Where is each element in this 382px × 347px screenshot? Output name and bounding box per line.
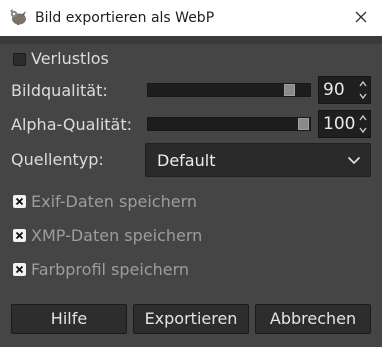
- save-xmp-checkbox[interactable]: [13, 229, 26, 242]
- export-webp-dialog: Bild exportieren als WebP Verlustlos Bil…: [0, 0, 382, 347]
- save-exif-label: Exif-Daten speichern: [31, 192, 198, 211]
- image-quality-slider-handle[interactable]: [284, 84, 295, 96]
- window-title: Bild exportieren als WebP: [35, 10, 215, 26]
- save-exif-checkbox[interactable]: [13, 195, 26, 208]
- checkmark-icon: [15, 231, 24, 240]
- spin-up-icon[interactable]: [358, 113, 368, 123]
- chevron-down-icon: [347, 156, 361, 165]
- source-type-dropdown[interactable]: Default: [145, 143, 371, 177]
- gimp-icon: [10, 9, 26, 25]
- titlebar-separator: [0, 36, 382, 44]
- lossless-checkbox[interactable]: [13, 53, 26, 66]
- alpha-quality-value[interactable]: 100: [323, 114, 355, 134]
- alpha-quality-slider[interactable]: [147, 117, 311, 131]
- close-icon[interactable]: [348, 6, 374, 30]
- image-quality-value[interactable]: 90: [323, 80, 345, 100]
- spin-up-icon[interactable]: [358, 79, 368, 89]
- lossless-label: Verlustlos: [31, 49, 109, 68]
- save-xmp-label: XMP-Daten speichern: [31, 226, 203, 245]
- checkmark-icon: [15, 265, 24, 274]
- source-type-label: Quellentyp:: [11, 150, 104, 169]
- spin-down-icon[interactable]: [358, 125, 368, 135]
- spin-down-icon[interactable]: [358, 91, 368, 101]
- title-bar: Bild exportieren als WebP: [0, 0, 382, 36]
- help-button[interactable]: Hilfe: [11, 304, 127, 334]
- image-quality-slider[interactable]: [147, 83, 311, 97]
- alpha-quality-label: Alpha-Qualität:: [11, 115, 133, 134]
- alpha-quality-spinbox[interactable]: 100: [318, 110, 371, 138]
- image-quality-spinbox[interactable]: 90: [318, 76, 371, 104]
- checkmark-icon: [15, 197, 24, 206]
- cancel-button[interactable]: Abbrechen: [255, 304, 371, 334]
- save-color-profile-checkbox[interactable]: [13, 263, 26, 276]
- alpha-quality-slider-handle[interactable]: [298, 118, 309, 130]
- source-type-selected: Default: [157, 151, 216, 170]
- image-quality-label: Bildqualität:: [11, 81, 108, 100]
- save-color-profile-label: Farbprofil speichern: [31, 260, 190, 279]
- export-button[interactable]: Exportieren: [133, 304, 249, 334]
